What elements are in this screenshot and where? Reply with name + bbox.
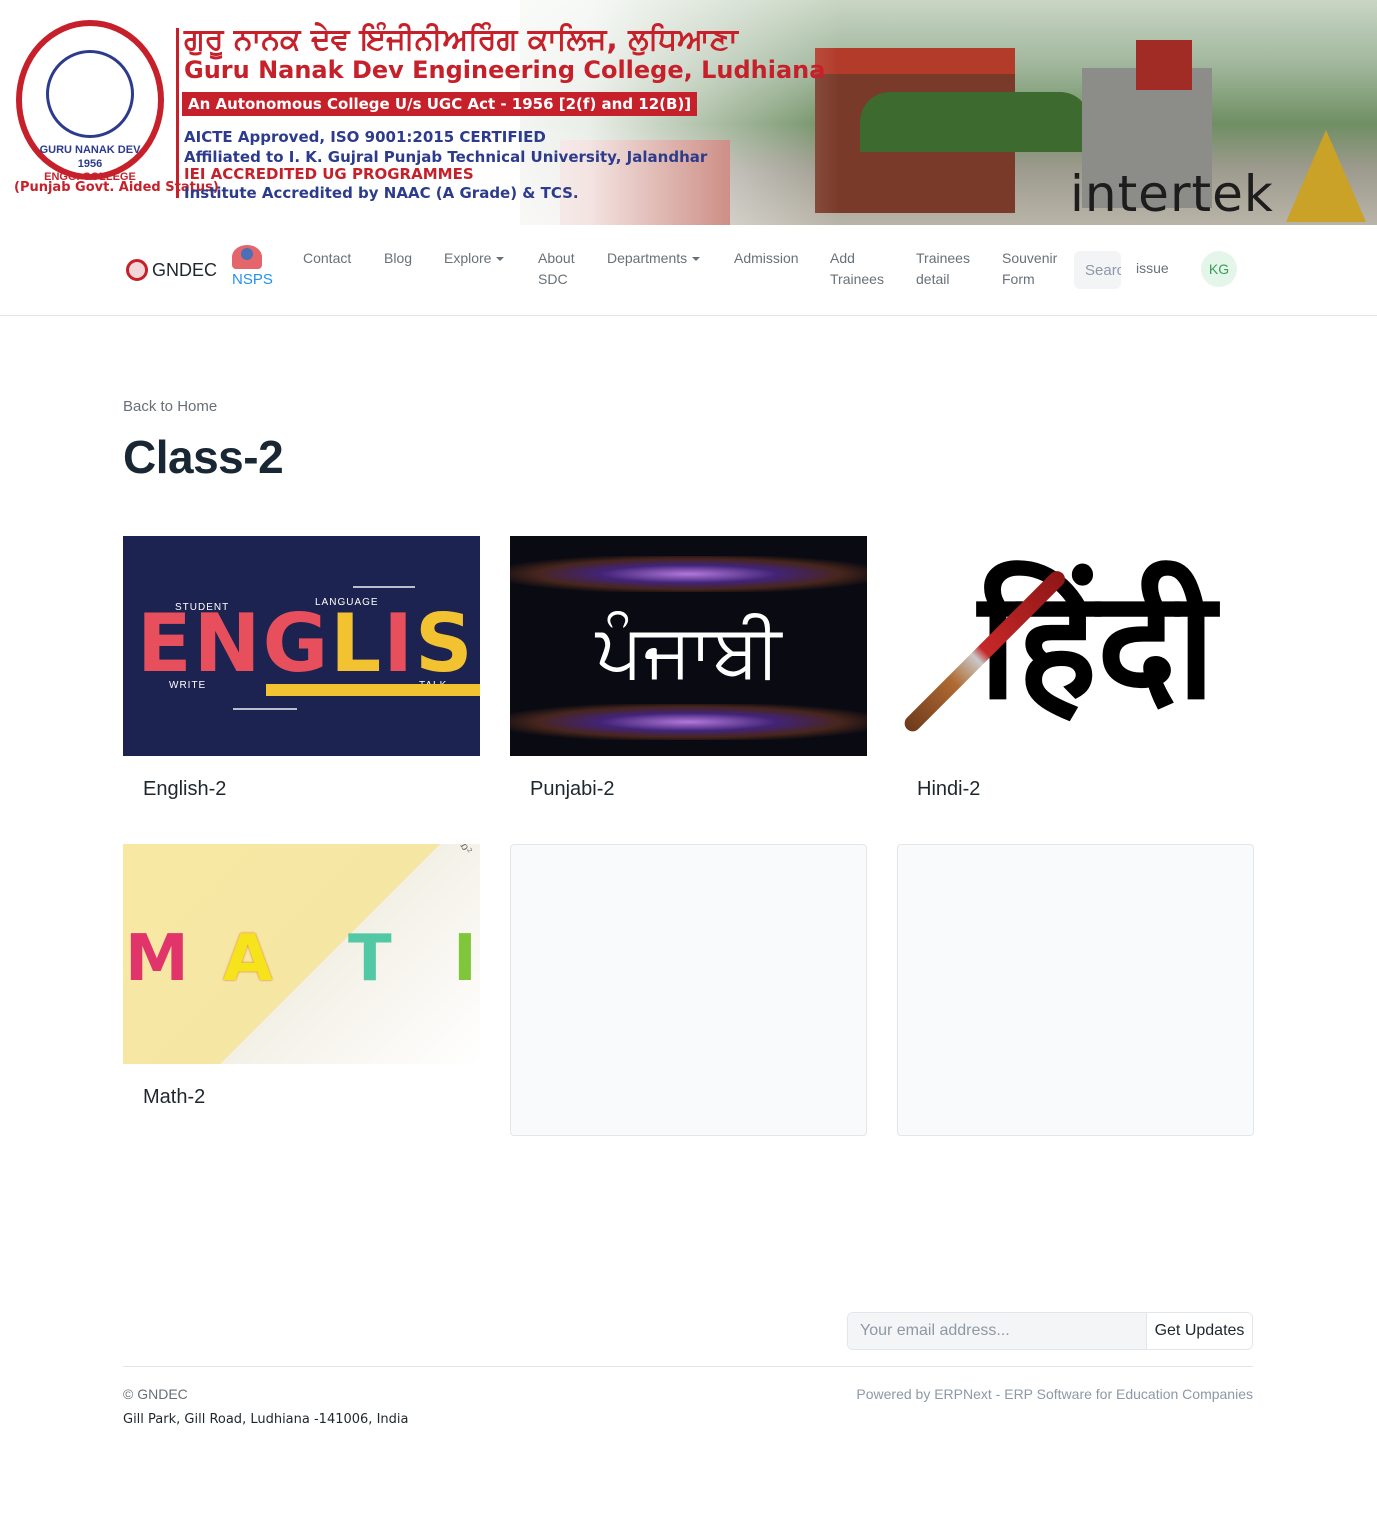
navbar: GNDEC NSPS Contact Blog Explore About SD… — [0, 225, 1377, 316]
college-building-sign — [815, 48, 1015, 74]
nav-souvenir-form[interactable]: Souvenir Form — [1002, 248, 1057, 290]
nsps-link[interactable]: NSPS — [232, 245, 292, 288]
punjabi-card-image: ਪੰਜਾਬੀ — [510, 536, 867, 756]
nav-departments-label: Departments — [607, 250, 688, 266]
banner-title: Guru Nanak Dev Engineering College, Ludh… — [184, 56, 826, 84]
back-to-home-link[interactable]: Back to Home — [123, 398, 217, 415]
nav-trainees-line-1: Trainees — [916, 250, 970, 266]
nav-add-line-1: Add — [830, 250, 855, 266]
nsps-label: NSPS — [232, 271, 273, 288]
page-title: Class-2 — [123, 431, 284, 483]
brand-link[interactable]: GNDEC — [126, 259, 217, 281]
card-title[interactable]: Punjabi-2 — [510, 778, 867, 801]
nav-about-line-2: SDC — [538, 271, 568, 287]
gndec-logo-icon — [126, 259, 148, 281]
course-card-hindi[interactable]: हिंदी Hindi-2 — [897, 536, 1254, 801]
nav-about-line-1: About — [538, 250, 575, 266]
nav-souvenir-line-2: Form — [1002, 271, 1035, 287]
gate-sign — [1136, 40, 1192, 90]
banner-gurmukhi-title: ਗੁਰੂ ਨਾਨਕ ਦੇਵ ਇੰਜੀਨੀਅਰਿੰਗ ਕਾਲਿਜ, ਲੁਧਿਆਣਾ — [184, 22, 738, 57]
nsps-icon — [232, 245, 262, 269]
footer-copyright: © GNDEC — [123, 1386, 188, 1402]
seal-top-text: GURU NANAK DEV — [39, 144, 141, 156]
nav-departments-dropdown[interactable]: Departments — [607, 248, 701, 269]
footer-powered-by: Powered by ERPNext - ERP Software for Ed… — [856, 1386, 1253, 1402]
header-banner: GURU NANAK DEV 1956 ENGG. COLLEGE (Punja… — [0, 0, 1377, 225]
caret-down-icon — [692, 257, 701, 262]
nav-blog[interactable]: Blog — [384, 248, 412, 269]
english-pencil-icon — [266, 684, 480, 696]
card-title[interactable]: Hindi-2 — [897, 778, 1254, 801]
intertek-mark-icon — [1286, 130, 1366, 222]
nav-souvenir-line-1: Souvenir — [1002, 250, 1058, 266]
english-image-word: ENGLISH — [137, 597, 480, 690]
punjabi-image-word: ਪੰਜਾਬੀ — [595, 608, 782, 694]
footer-divider — [123, 1366, 1253, 1367]
banner-line-1: AICTE Approved, ISO 9001:2015 CERTIFIED — [184, 128, 546, 146]
hindi-card-image: हिंदी — [897, 536, 1254, 756]
english-card-image: STUDENT LANGUAGE WRITE TALK ENGLISH — [123, 536, 480, 756]
nav-explore-label: Explore — [444, 250, 492, 266]
college-seal-logo: GURU NANAK DEV 1956 ENGG. COLLEGE — [16, 20, 164, 183]
seal-year: 1956 — [77, 158, 103, 170]
english-deco-line — [353, 586, 415, 588]
get-updates-button[interactable]: Get Updates — [1147, 1313, 1252, 1349]
nav-issue[interactable]: issue — [1136, 258, 1169, 279]
nav-admission[interactable]: Admission — [734, 248, 799, 269]
nav-about-sdc[interactable]: About SDC — [538, 248, 575, 290]
math-image-formula: (a+b)² = a² + 2ab + b² — [399, 844, 474, 857]
math-letter-t: T — [348, 922, 392, 996]
nav-explore-dropdown[interactable]: Explore — [444, 248, 505, 269]
banner-line-4: Institute Accredited by NAAC (A Grade) &… — [184, 184, 579, 202]
math-letter-m: M — [125, 922, 189, 996]
navbar-search-input[interactable] — [1074, 251, 1121, 289]
seal-emblem-icon — [46, 50, 134, 138]
hedge — [860, 92, 1090, 152]
brand-name: GNDEC — [152, 259, 218, 280]
card-title[interactable]: Math-2 — [123, 1086, 480, 1109]
punjabi-glow-top — [510, 556, 867, 592]
math-letter-a: A — [223, 922, 273, 996]
powered-by-prefix: Powered by — [856, 1386, 935, 1402]
card-title[interactable]: English-2 — [123, 778, 480, 801]
empty-card-placeholder — [510, 844, 867, 1136]
caret-down-icon — [496, 257, 505, 262]
math-letter-i: I — [453, 922, 477, 996]
english-deco-line — [233, 708, 297, 710]
course-card-math[interactable]: (a+b)² = a² + 2ab + b² M A T I Math-2 — [123, 844, 480, 1109]
erpnext-link[interactable]: ERPNext - ERP Software for Education Com… — [934, 1386, 1253, 1402]
nav-trainees-detail[interactable]: Trainees detail — [916, 248, 970, 290]
intertek-logo: intertek — [1070, 165, 1274, 223]
user-avatar[interactable]: KG — [1201, 251, 1237, 287]
banner-autonomous: An Autonomous College U/s UGC Act - 1956… — [182, 92, 698, 116]
nav-trainees-line-2: detail — [916, 271, 950, 287]
punjabi-glow-bottom — [510, 704, 867, 740]
math-card-image: (a+b)² = a² + 2ab + b² M A T I — [123, 844, 480, 1064]
nav-contact[interactable]: Contact — [303, 248, 351, 269]
banner-line-3: IEI ACCREDITED UG PROGRAMMES — [184, 165, 474, 183]
nav-add-trainees[interactable]: Add Trainees — [830, 248, 884, 290]
banner-line-2: Affiliated to I. K. Gujral Punjab Techni… — [184, 148, 708, 166]
nav-add-line-2: Trainees — [830, 271, 884, 287]
course-card-english[interactable]: STUDENT LANGUAGE WRITE TALK ENGLISH Engl… — [123, 536, 480, 801]
empty-card-placeholder — [897, 844, 1254, 1136]
banner-divider — [176, 28, 179, 198]
email-input[interactable] — [848, 1313, 1147, 1349]
course-card-punjabi[interactable]: ਪੰਜਾਬੀ Punjabi-2 — [510, 536, 867, 801]
subscribe-form: Get Updates — [847, 1312, 1253, 1350]
footer-address: Gill Park, Gill Road, Ludhiana -141006, … — [123, 1412, 409, 1427]
